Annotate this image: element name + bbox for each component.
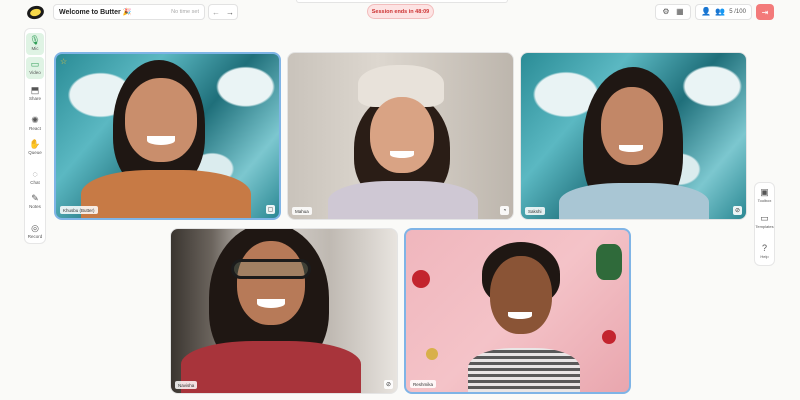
- participants-count[interactable]: 5 /100: [729, 9, 746, 15]
- settings-icon[interactable]: ⚙: [662, 8, 669, 16]
- video-tile-navisha[interactable]: Navisha ⊘: [170, 228, 398, 394]
- mic-muted-icon: ⊘: [733, 206, 742, 215]
- left-toolbar: 🎙 Mic ▭ Video ⬒ Share ✺ React ✋ Queue ◌ …: [24, 28, 46, 244]
- timer-status[interactable]: No time set: [171, 9, 199, 15]
- top-drawer-handle[interactable]: [296, 0, 508, 3]
- arrow-left-icon[interactable]: ←: [212, 8, 220, 17]
- share-button[interactable]: ⬒ Share: [26, 83, 44, 105]
- toolbox-button[interactable]: ▣ Toolbox: [755, 187, 774, 209]
- participants-icon[interactable]: 👥: [715, 8, 725, 16]
- chat-button[interactable]: ◌ Chat: [26, 167, 44, 189]
- notes-button[interactable]: ✎ Notes: [26, 191, 44, 213]
- share-screen-icon: ⬒: [30, 85, 40, 95]
- raise-hand-icon: ✋: [29, 139, 41, 149]
- chat-icon: ◌: [32, 169, 38, 179]
- video-tile-reshmika[interactable]: Reshmika: [404, 228, 631, 394]
- help-icon: ?: [761, 243, 767, 253]
- participant-video: [468, 242, 580, 392]
- arrow-right-icon[interactable]: →: [226, 8, 234, 17]
- mic-icon: ◔: [500, 206, 509, 215]
- mic-muted-icon: ▢: [266, 205, 275, 214]
- right-toolbar: ▣ Toolbox ▭ Templates ? Help: [754, 182, 775, 266]
- exit-icon: ⇥: [761, 7, 769, 17]
- participant-video: [328, 63, 478, 219]
- person-icon[interactable]: 👤: [701, 8, 711, 16]
- grid-view-icon[interactable]: ▦: [676, 8, 684, 16]
- video-tile-sakshi[interactable]: Sakshi ⊘: [520, 52, 747, 220]
- participants-controls: 👤 👥 5 /100: [695, 4, 752, 20]
- mic-muted-icon: ⊘: [384, 380, 393, 389]
- participant-name: Khusbu (Butter): [60, 206, 98, 214]
- record-icon: ◎: [31, 223, 39, 233]
- react-icon: ✺: [31, 115, 39, 125]
- exit-button[interactable]: ⇥: [756, 4, 774, 20]
- queue-button[interactable]: ✋ Queue: [26, 137, 44, 159]
- participant-name: Mahua: [292, 207, 312, 215]
- notes-icon: ✎: [31, 193, 39, 203]
- participant-video: [181, 229, 361, 393]
- video-tile-khusbu[interactable]: ☆ Khusbu (Butter) ▢: [54, 52, 281, 220]
- toolbox-icon: ▣: [760, 187, 769, 197]
- react-button[interactable]: ✺ React: [26, 113, 44, 135]
- help-button[interactable]: ? Help: [755, 243, 774, 265]
- view-controls: ⚙ ▦: [655, 4, 691, 20]
- video-tile-mahua[interactable]: Mahua ◔: [287, 52, 514, 220]
- session-title-box[interactable]: Welcome to Butter 🎉 No time set: [53, 4, 205, 20]
- mic-icon: 🎙: [29, 35, 41, 45]
- participant-video: [559, 63, 709, 219]
- participant-name: Reshmika: [410, 380, 437, 388]
- star-icon: ☆: [60, 57, 68, 66]
- participant-name: Navisha: [175, 381, 198, 389]
- video-button[interactable]: ▭ Video: [26, 57, 44, 79]
- participant-video: [81, 58, 251, 218]
- record-button[interactable]: ◎ Record: [26, 221, 44, 243]
- session-title: Welcome to Butter 🎉: [59, 9, 132, 16]
- mic-button[interactable]: 🎙 Mic: [26, 33, 44, 55]
- templates-icon: ▭: [760, 213, 769, 223]
- agenda-nav: ← →: [208, 4, 238, 20]
- templates-button[interactable]: ▭ Templates: [755, 213, 774, 235]
- video-icon: ▭: [30, 59, 40, 69]
- session-timer-pill: Session ends in 48:09: [367, 4, 434, 19]
- butter-logo: [25, 4, 46, 21]
- participant-name: Sakshi: [525, 207, 545, 215]
